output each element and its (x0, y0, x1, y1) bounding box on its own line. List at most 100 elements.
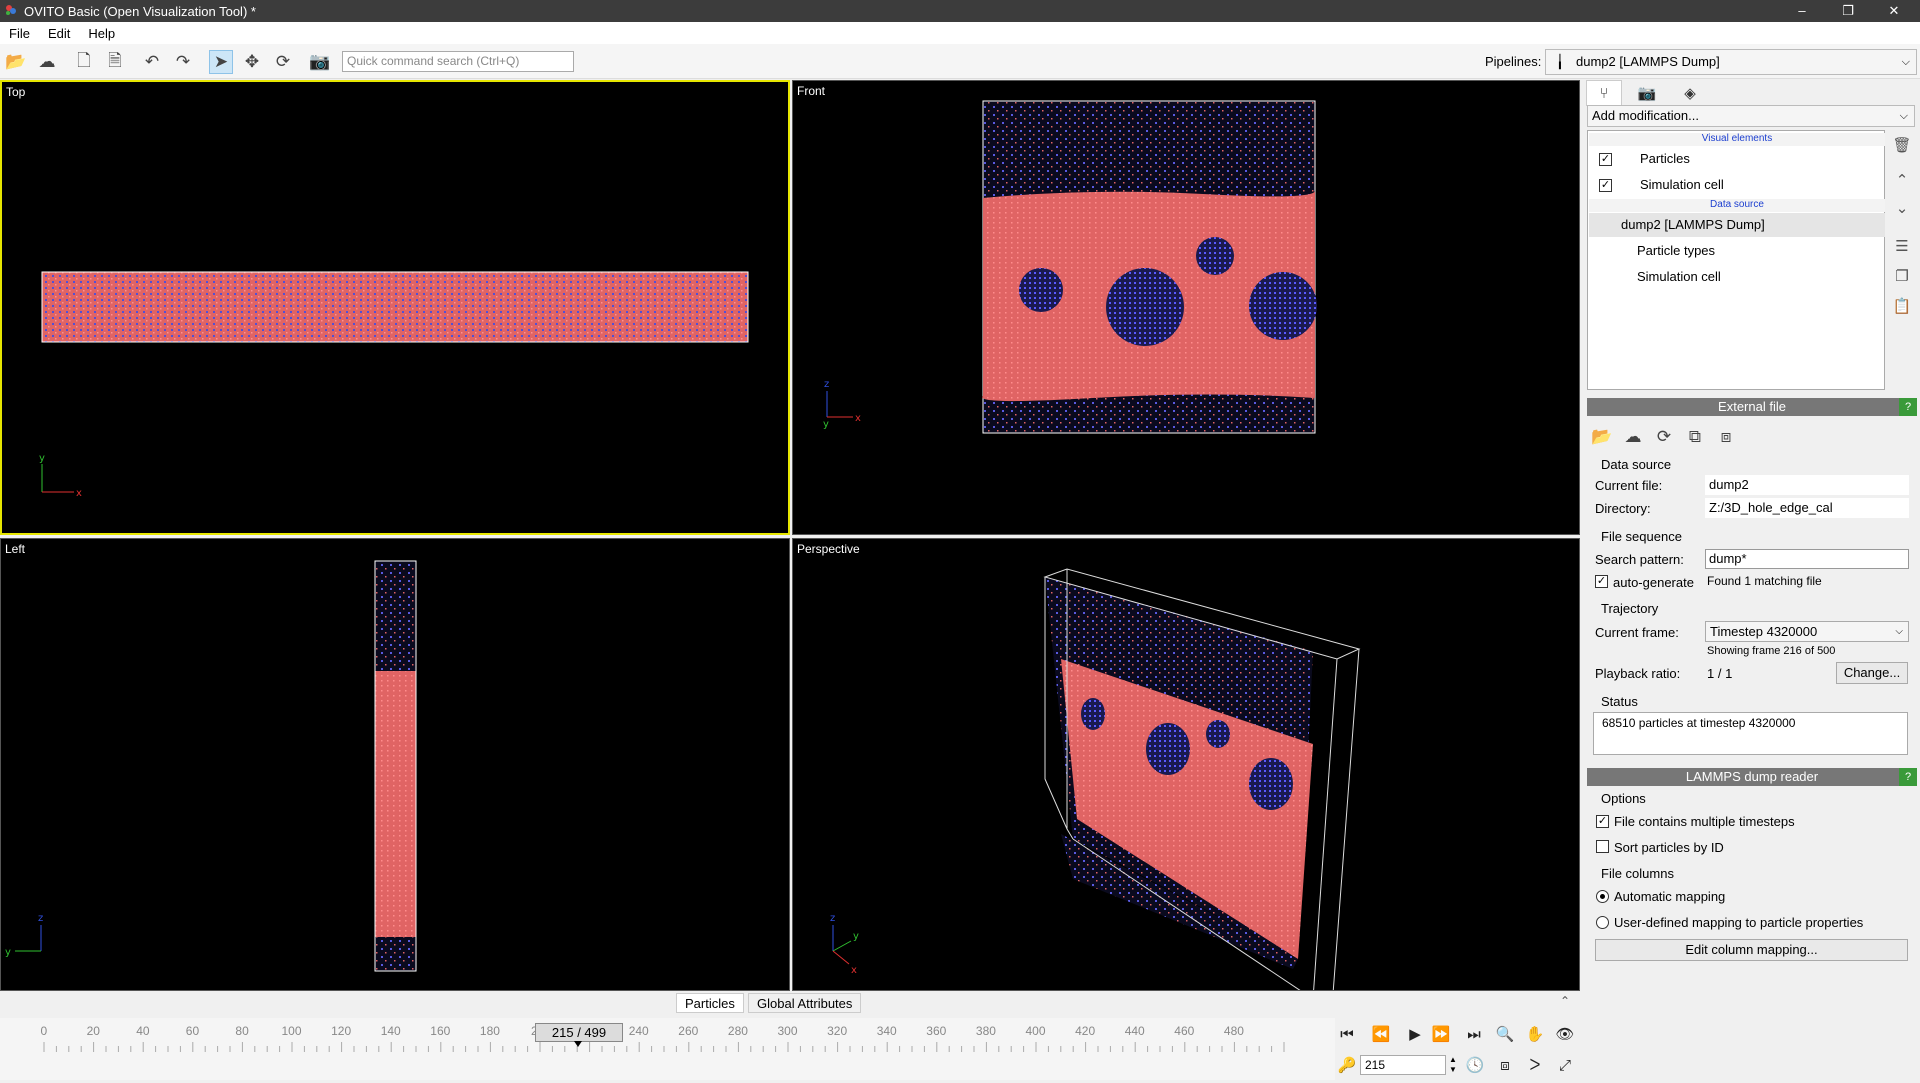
play-icon[interactable]: ▶ (1404, 1023, 1426, 1045)
save-session-icon[interactable]: 🗋 (72, 50, 96, 74)
edit-column-mapping-button[interactable]: Edit column mapping... (1595, 939, 1908, 961)
list-item-cell-visual[interactable]: ✓ Simulation cell (1589, 173, 1885, 197)
orbit-icon[interactable]: 👁 (1554, 1023, 1576, 1045)
undo-icon[interactable]: ↶ (140, 50, 164, 74)
move-down-icon[interactable]: ⌄ (1892, 198, 1912, 218)
spinner-arrows-icon[interactable]: ▲ ▼ (1449, 1055, 1457, 1075)
save-session-as-icon[interactable]: 🗎 (103, 50, 127, 74)
list-item-data-source[interactable]: dump2 [LAMMPS Dump] (1589, 213, 1885, 237)
user-mapping-radio[interactable] (1596, 916, 1609, 929)
zoom-icon[interactable]: 🔍 (1494, 1023, 1516, 1045)
current-frame-dropdown[interactable]: Timestep 4320000 ⌵ (1705, 621, 1909, 642)
minimize-button[interactable]: – (1779, 0, 1825, 22)
change-playback-button[interactable]: Change... (1836, 662, 1908, 684)
close-button[interactable]: ✕ (1871, 0, 1917, 22)
move-up-icon[interactable]: ⌃ (1892, 170, 1912, 190)
quick-command-search[interactable]: Quick command search (Ctrl+Q) (342, 51, 574, 72)
render-tab-icon[interactable]: 📷 (1629, 80, 1665, 106)
data-source-group-label: Data source (1601, 457, 1672, 472)
group-icon[interactable]: ☰ (1892, 236, 1912, 256)
help-icon[interactable]: ? (1899, 768, 1917, 786)
timeline-tick-label: 240 (628, 1024, 649, 1038)
external-file-title: External file (1718, 399, 1786, 414)
timeline-tick-label: 20 (86, 1024, 100, 1038)
render-camera-icon[interactable]: 📷 (308, 50, 332, 74)
viewport-top[interactable]: Top yx (0, 80, 790, 535)
status-group-label: Status (1601, 694, 1638, 709)
frame-spinner-input[interactable]: 215 (1360, 1055, 1446, 1075)
list-item-particle-types[interactable]: Particle types (1589, 239, 1885, 263)
menu-file[interactable]: File (0, 26, 39, 41)
current-frame-value: Timestep 4320000 (1710, 624, 1818, 639)
key-icon[interactable]: 🔑 (1336, 1054, 1358, 1076)
menu-help[interactable]: Help (79, 26, 124, 41)
add-modification-label: Add modification... (1592, 108, 1699, 123)
time-slider-marker-icon (574, 1041, 582, 1047)
pan-icon[interactable]: ✋ (1524, 1023, 1546, 1045)
clipboard-icon[interactable]: 📋 (1892, 296, 1912, 316)
reload-icon[interactable]: ⟳ (1652, 425, 1676, 449)
redo-icon[interactable]: ↷ (171, 50, 195, 74)
jump-to-start-icon[interactable]: ⏮ (1336, 1023, 1358, 1045)
step-forward-icon[interactable]: ⏩ (1430, 1023, 1452, 1045)
timeline-tick-label: 280 (727, 1024, 748, 1038)
tab-global-attributes[interactable]: Global Attributes (748, 993, 862, 1013)
timeline-tick-label: 40 (136, 1024, 150, 1038)
viewport-front[interactable]: Front zxy (792, 80, 1580, 535)
showing-frame-text: Showing frame 216 of 500 (1707, 645, 1836, 657)
step-backward-icon[interactable]: ⏪ (1370, 1023, 1392, 1045)
time-slider[interactable]: 215 / 499 (535, 1023, 623, 1042)
timeline-tick-label: 160 (430, 1024, 451, 1038)
list-item-label: Simulation cell (1640, 177, 1724, 192)
restore-button[interactable]: ❐ (1825, 0, 1871, 22)
zoom-all-icon[interactable]: ⧈ (1494, 1054, 1516, 1076)
rotate-mode-icon[interactable]: ⟳ (271, 50, 295, 74)
chevron-down-icon: ⌵ (1901, 56, 1910, 68)
add-modification-dropdown[interactable]: Add modification... ⌵ (1587, 105, 1915, 127)
ovito-logo-icon (6, 5, 16, 15)
selection-mode-icon[interactable]: ➤ (209, 50, 233, 74)
pipeline-icon: ╽ (1556, 54, 1564, 69)
animation-settings-icon[interactable]: 🕓 (1464, 1054, 1486, 1076)
cell-visual-checkbox[interactable]: ✓ (1599, 179, 1612, 192)
pick-remote-icon[interactable]: ☁ (1621, 425, 1645, 449)
file-columns-group-label: File columns (1601, 866, 1674, 881)
copy-icon[interactable]: ❐ (1892, 266, 1912, 286)
list-item-particles-visual[interactable]: ✓ Particles (1589, 147, 1885, 171)
overlays-tab-icon[interactable]: ◈ (1672, 80, 1708, 106)
file-sequence-group-label: File sequence (1601, 529, 1682, 544)
delete-icon[interactable]: 🗑 (1892, 135, 1912, 155)
tab-particles[interactable]: Particles (676, 993, 744, 1013)
expand-inspector-icon[interactable]: ⌃ (1560, 994, 1570, 1008)
search-pattern-input[interactable]: dump* (1705, 549, 1909, 569)
automatic-mapping-radio[interactable] (1596, 890, 1609, 903)
sort-by-id-checkbox[interactable] (1596, 840, 1609, 853)
list-item-simulation-cell[interactable]: Simulation cell (1589, 265, 1885, 289)
svg-text:z: z (830, 913, 835, 924)
auto-generate-checkbox[interactable]: ✓ (1595, 575, 1608, 588)
load-remote-icon[interactable]: ☁ (35, 50, 59, 74)
maximize-viewport-icon[interactable]: ⤢ (1554, 1054, 1576, 1076)
fov-icon[interactable]: ᐳ (1524, 1054, 1546, 1076)
move-mode-icon[interactable]: ✥ (240, 50, 264, 74)
pipelines-label: Pipelines: (1485, 54, 1542, 69)
menu-edit[interactable]: Edit (39, 26, 79, 41)
jump-to-end-icon[interactable]: ⏭ (1463, 1023, 1485, 1045)
svg-text:y: y (39, 453, 45, 464)
viewport-perspective[interactable]: Perspective zyx (792, 538, 1580, 991)
multiple-timesteps-label: File contains multiple timesteps (1614, 814, 1795, 829)
help-icon[interactable]: ? (1899, 398, 1917, 416)
open-file-icon[interactable]: 📂 (4, 50, 28, 74)
visual-elements-header: Visual elements (1589, 133, 1885, 146)
timeline-tick-label: 340 (876, 1024, 897, 1038)
pipeline-selector[interactable]: ╽ dump2 [LAMMPS Dump] ⌵ (1545, 49, 1917, 75)
pipeline-tab-icon[interactable]: ⑂ (1586, 80, 1622, 106)
viewport-left[interactable]: Left zy (0, 538, 790, 991)
show-frames-icon[interactable]: ⧈ (1714, 425, 1738, 449)
search-pattern-label: Search pattern: (1595, 552, 1684, 567)
multiple-timesteps-checkbox[interactable]: ✓ (1596, 815, 1609, 828)
particles-visual-checkbox[interactable]: ✓ (1599, 153, 1612, 166)
pick-file-icon[interactable]: 📂 (1590, 425, 1614, 449)
update-trajectory-icon[interactable]: ⧉ (1683, 425, 1707, 449)
svg-text:z: z (38, 913, 43, 924)
